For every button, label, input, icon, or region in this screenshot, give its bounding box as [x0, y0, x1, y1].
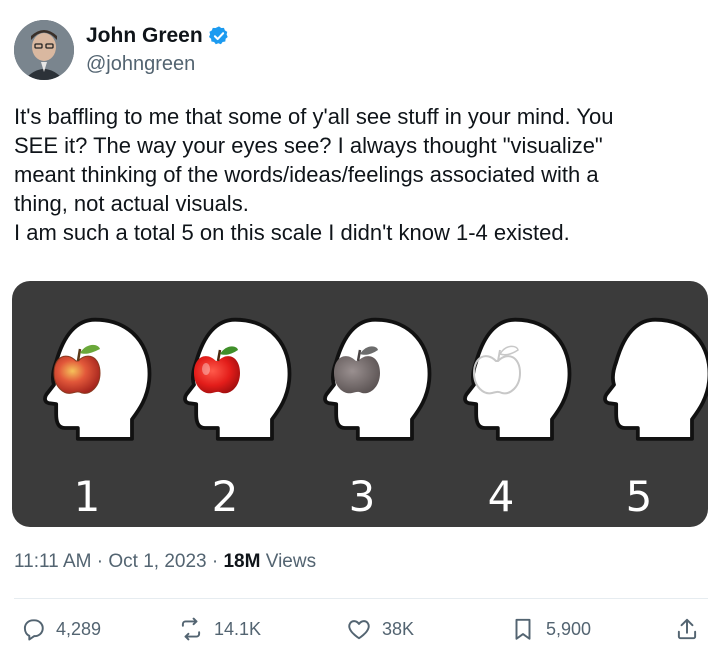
bookmark-button[interactable]: 5,900: [510, 616, 591, 642]
separator-dot: ·: [96, 551, 109, 572]
tweet-meta: 11:11 AM · Oct 1, 2023 · 18M Views: [14, 551, 316, 573]
verified-badge-icon[interactable]: [208, 25, 230, 47]
reply-count: 4,289: [56, 618, 102, 639]
tweet-text-line: thing, not actual visuals.: [14, 191, 249, 216]
head-level-4: [463, 317, 572, 441]
like-count: 38K: [382, 618, 415, 639]
reply-icon: [23, 619, 44, 641]
visualization-scale-graphic: 1 2 3 4 5: [43, 317, 708, 521]
head-level-1: [43, 317, 152, 441]
views-count: 18M: [223, 551, 261, 572]
bookmark-count: 5,900: [546, 618, 592, 639]
head-level-2: [183, 317, 292, 441]
profile-photo-icon: [14, 20, 74, 80]
avatar[interactable]: [14, 20, 74, 80]
tweet-text-line: SEE it? The way your eyes see? I always …: [14, 133, 603, 158]
tweet-media-image[interactable]: 1 2 3 4 5: [12, 281, 708, 527]
separator-dot: ·: [211, 551, 224, 572]
repost-count: 14.1K: [214, 618, 262, 639]
share-button[interactable]: [674, 616, 710, 642]
divider: [14, 598, 708, 599]
tweet-text: It's baffling to me that some of y'all s…: [14, 102, 704, 247]
head-level-3: [323, 317, 432, 441]
scale-label-3: 3: [349, 472, 376, 521]
repost-button[interactable]: 14.1K: [178, 616, 261, 642]
scale-label-5: 5: [626, 472, 653, 521]
scale-label-1: 1: [74, 472, 101, 521]
tweet-text-line: I am such a total 5 on this scale I didn…: [14, 220, 570, 245]
tweet-time[interactable]: 11:11 AM: [14, 551, 91, 572]
handle[interactable]: @johngreen: [86, 53, 230, 76]
tweet-text-line: meant thinking of the words/ideas/feelin…: [14, 162, 599, 187]
heart-icon: [348, 620, 370, 640]
tweet-header: John Green @johngreen: [14, 20, 230, 80]
tweet-date[interactable]: Oct 1, 2023: [108, 551, 206, 572]
repost-icon: [181, 617, 201, 641]
like-button[interactable]: 38K: [346, 616, 414, 642]
tweet-text-line: It's baffling to me that some of y'all s…: [14, 104, 614, 129]
action-bar: 4,289 14.1K 38K 5,900: [20, 616, 710, 648]
views-label: Views: [265, 551, 317, 572]
reply-button[interactable]: 4,289: [20, 616, 101, 642]
scale-label-4: 4: [488, 472, 515, 521]
share-icon: [677, 618, 697, 640]
display-name[interactable]: John Green: [86, 24, 203, 48]
head-level-5: [603, 317, 708, 441]
bookmark-icon: [515, 618, 531, 640]
scale-label-2: 2: [212, 472, 239, 521]
